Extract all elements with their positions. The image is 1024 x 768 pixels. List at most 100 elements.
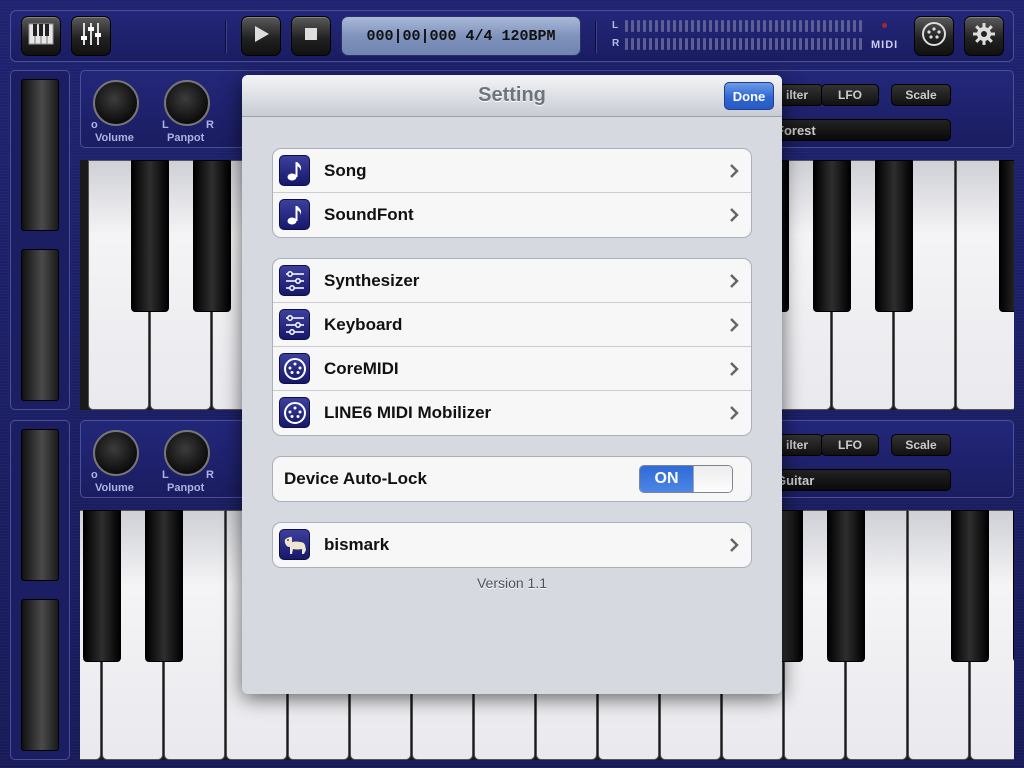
dialog-title: Setting — [478, 84, 546, 106]
meter-segment — [721, 20, 724, 32]
pan-left-label: L — [162, 469, 169, 481]
auto-lock-toggle[interactable]: ON — [639, 465, 733, 493]
lfo-button[interactable]: LFO — [821, 434, 879, 456]
meter-segment — [763, 38, 766, 50]
volume-knob[interactable] — [93, 80, 139, 126]
panpot-label: Panpot — [167, 132, 205, 144]
meter-segment — [793, 20, 796, 32]
meter-segment — [625, 38, 628, 50]
meter-segment — [799, 38, 802, 50]
meter-segment — [685, 38, 688, 50]
meter-segment — [763, 20, 766, 32]
done-button[interactable]: Done — [724, 82, 774, 110]
settings-group-autolock: Device Auto-Lock ON — [272, 456, 752, 502]
black-key[interactable] — [999, 160, 1014, 312]
meter-segment — [817, 38, 820, 50]
meter-segment — [745, 38, 748, 50]
meter-segment — [769, 20, 772, 32]
black-key[interactable] — [875, 160, 913, 312]
pitch-bend-wheel[interactable] — [21, 429, 59, 581]
modulation-wheel[interactable] — [21, 599, 59, 751]
meter-segment — [733, 20, 736, 32]
meter-segment — [805, 38, 808, 50]
settings-row-song[interactable]: Song — [273, 149, 751, 193]
settings-row-synthesizer[interactable]: Synthesizer — [273, 259, 751, 303]
volume-knob[interactable] — [93, 430, 139, 476]
scale-button[interactable]: Scale — [891, 434, 951, 456]
meter-segment — [727, 38, 730, 50]
level-meter-left — [625, 20, 875, 32]
meter-segment — [841, 20, 844, 32]
transport-display: 000|00|000 4/4 120BPM — [341, 16, 581, 56]
black-key[interactable] — [131, 160, 169, 312]
meter-segment — [781, 20, 784, 32]
black-key[interactable] — [827, 510, 865, 662]
settings-button[interactable] — [964, 16, 1004, 56]
instrument-name[interactable]: Forest — [771, 119, 951, 141]
play-button[interactable] — [241, 16, 281, 56]
black-key[interactable] — [1013, 510, 1014, 662]
knob-min-label: o — [91, 469, 98, 481]
stop-button[interactable] — [291, 16, 331, 56]
mixer-button[interactable] — [71, 16, 111, 56]
knob-min-label: o — [91, 119, 98, 131]
row-label: CoreMIDI — [324, 358, 399, 378]
black-key[interactable] — [813, 160, 851, 312]
meter-segment — [673, 20, 676, 32]
meter-segment — [643, 38, 646, 50]
midi-indicator-led — [882, 23, 887, 28]
meter-segment — [715, 20, 718, 32]
modulation-wheel[interactable] — [21, 249, 59, 401]
toggle-state-label: ON — [640, 466, 693, 492]
meter-segment — [667, 38, 670, 50]
meter-segment — [835, 20, 838, 32]
meter-segment — [727, 20, 730, 32]
level-meter-right — [625, 38, 875, 50]
chevron-right-icon — [730, 164, 739, 178]
black-key[interactable] — [193, 160, 231, 312]
meter-segment — [793, 38, 796, 50]
sliders-icon — [279, 309, 310, 340]
gear-icon — [972, 22, 996, 51]
midi-port-button[interactable] — [914, 16, 954, 56]
meter-segment — [703, 20, 706, 32]
meter-segment — [661, 38, 664, 50]
play-icon — [251, 24, 271, 49]
chevron-right-icon — [730, 318, 739, 332]
pan-left-label: L — [162, 119, 169, 131]
settings-row-bismark[interactable]: bismark — [273, 523, 751, 567]
settings-row-soundfont[interactable]: SoundFont — [273, 193, 751, 237]
settings-row-coremidi[interactable]: CoreMIDI — [273, 347, 751, 391]
piano-button[interactable] — [21, 16, 61, 56]
meter-segment — [853, 20, 856, 32]
meter-segment — [751, 38, 754, 50]
meter-segment — [841, 38, 844, 50]
row-label: Device Auto-Lock — [284, 469, 427, 488]
meter-segment — [739, 38, 742, 50]
pitch-bend-wheel[interactable] — [21, 79, 59, 231]
settings-row-keyboard[interactable]: Keyboard — [273, 303, 751, 347]
instrument-name[interactable]: Guitar — [771, 469, 951, 491]
meter-segment — [715, 38, 718, 50]
black-key[interactable] — [951, 510, 989, 662]
meter-segment — [709, 20, 712, 32]
upper-wheel-panel — [10, 70, 70, 410]
scale-button[interactable]: Scale — [891, 84, 951, 106]
meter-segment — [829, 38, 832, 50]
settings-group-profile: bismark — [272, 522, 752, 568]
lfo-button[interactable]: LFO — [821, 84, 879, 106]
meter-segment — [811, 38, 814, 50]
panpot-knob[interactable] — [164, 80, 210, 126]
sliders-icon — [279, 265, 310, 296]
mixer-icon — [78, 21, 104, 52]
row-label: Synthesizer — [324, 270, 420, 290]
meter-left-label: L — [612, 20, 619, 31]
pan-right-label: R — [206, 119, 214, 131]
black-key[interactable] — [83, 510, 121, 662]
panpot-knob[interactable] — [164, 430, 210, 476]
meter-segment — [655, 38, 658, 50]
settings-row-line6-midi-mobilizer[interactable]: LINE6 MIDI Mobilizer — [273, 391, 751, 435]
meter-segment — [679, 20, 682, 32]
black-key[interactable] — [145, 510, 183, 662]
toolbar-divider — [595, 21, 597, 53]
